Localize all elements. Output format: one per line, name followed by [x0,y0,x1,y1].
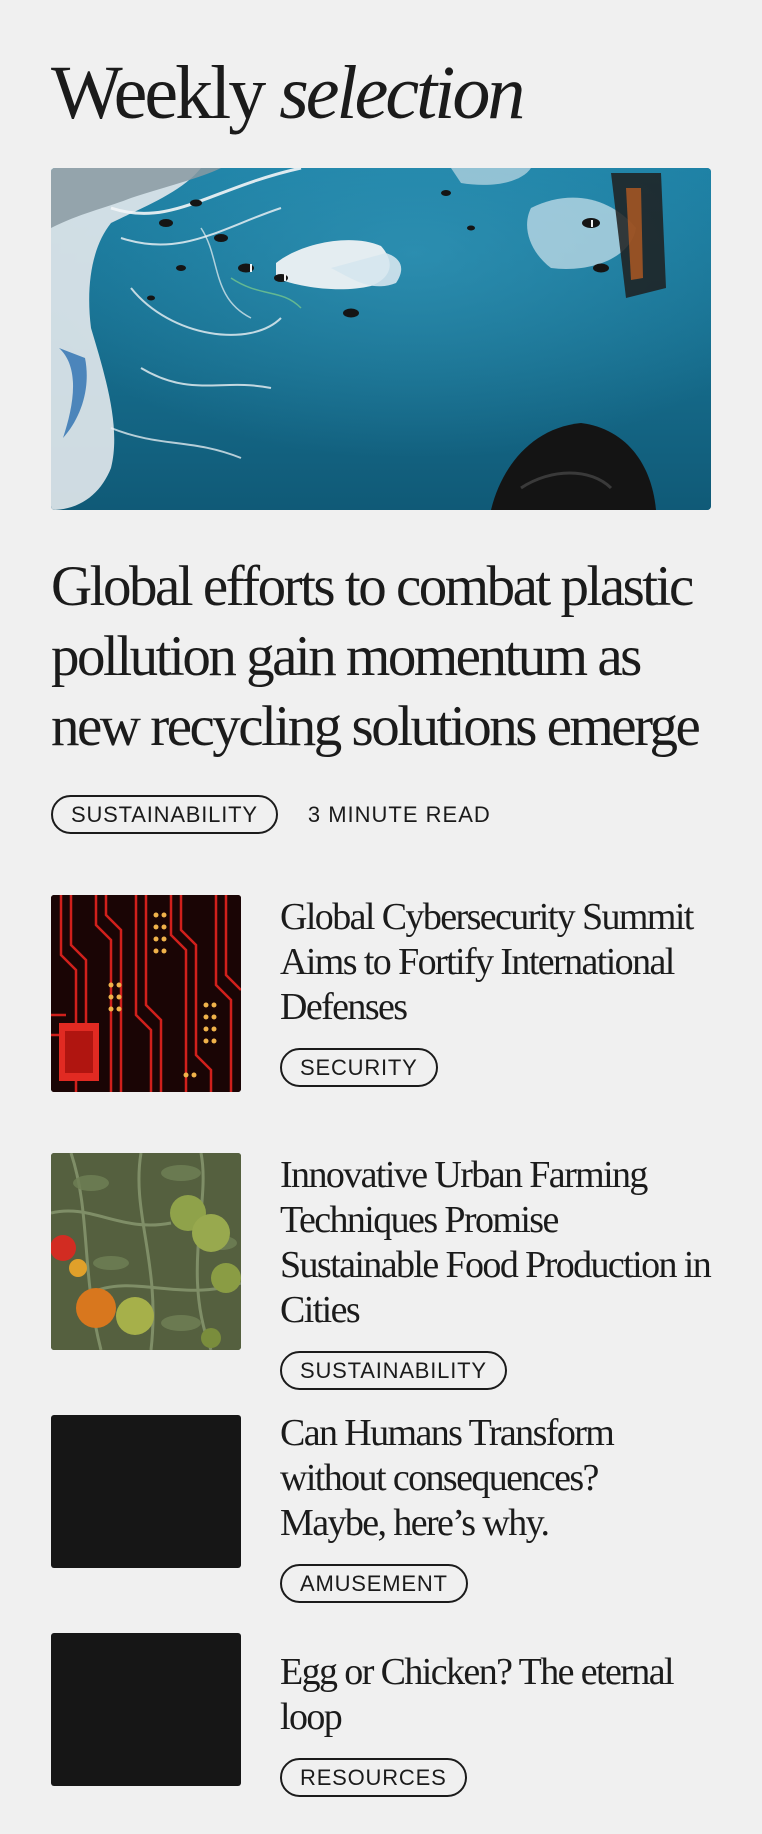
article-tags: AMUSEMENT [280,1564,711,1603]
tag-sustainability[interactable]: SUSTAINABILITY [280,1351,507,1390]
article-tags: SECURITY [280,1048,711,1087]
circuit-board-image [51,895,241,1092]
read-time: 3 MINUTE READ [307,801,491,827]
page-title-italic: selection [279,51,525,135]
tag-amusement[interactable]: AMUSEMENT [280,1564,468,1603]
ocean-plastic-illustration [51,168,711,510]
article-body: Can Humans Transform without consequence… [280,1411,711,1603]
article-title[interactable]: Innovative Urban Farming Techniques Prom… [280,1153,712,1333]
tomato-plant-image [51,1153,241,1350]
article-body: Egg or Chicken? The eternal loop RESOURC… [280,1650,711,1797]
featured-article-image[interactable] [51,168,711,510]
article-tags: SUSTAINABILITY [280,1351,711,1390]
featured-tag-sustainability[interactable]: SUSTAINABILITY [51,795,278,834]
tomato-plant-thumbnail[interactable] [51,1153,241,1350]
tag-security[interactable]: SECURITY [280,1048,438,1087]
featured-article-title[interactable]: Global efforts to combat plastic polluti… [51,552,711,762]
page-title-regular: Weekly [51,51,266,135]
placeholder-thumbnail[interactable] [51,1633,241,1786]
placeholder-thumbnail[interactable] [51,1415,241,1568]
featured-article-meta: SUSTAINABILITY 3 MINUTE READ [51,795,491,834]
circuit-board-thumbnail[interactable] [51,895,241,1092]
article-tags: RESOURCES [280,1758,711,1797]
article-body: Innovative Urban Farming Techniques Prom… [280,1153,712,1390]
article-title[interactable]: Can Humans Transform without consequence… [280,1411,711,1546]
article-title[interactable]: Global Cybersecurity Summit Aims to Fort… [280,895,711,1030]
article-body: Global Cybersecurity Summit Aims to Fort… [280,895,711,1087]
article-title[interactable]: Egg or Chicken? The eternal loop [280,1650,711,1740]
tag-resources[interactable]: RESOURCES [280,1758,467,1797]
page-title: Weekly selection [51,48,525,138]
